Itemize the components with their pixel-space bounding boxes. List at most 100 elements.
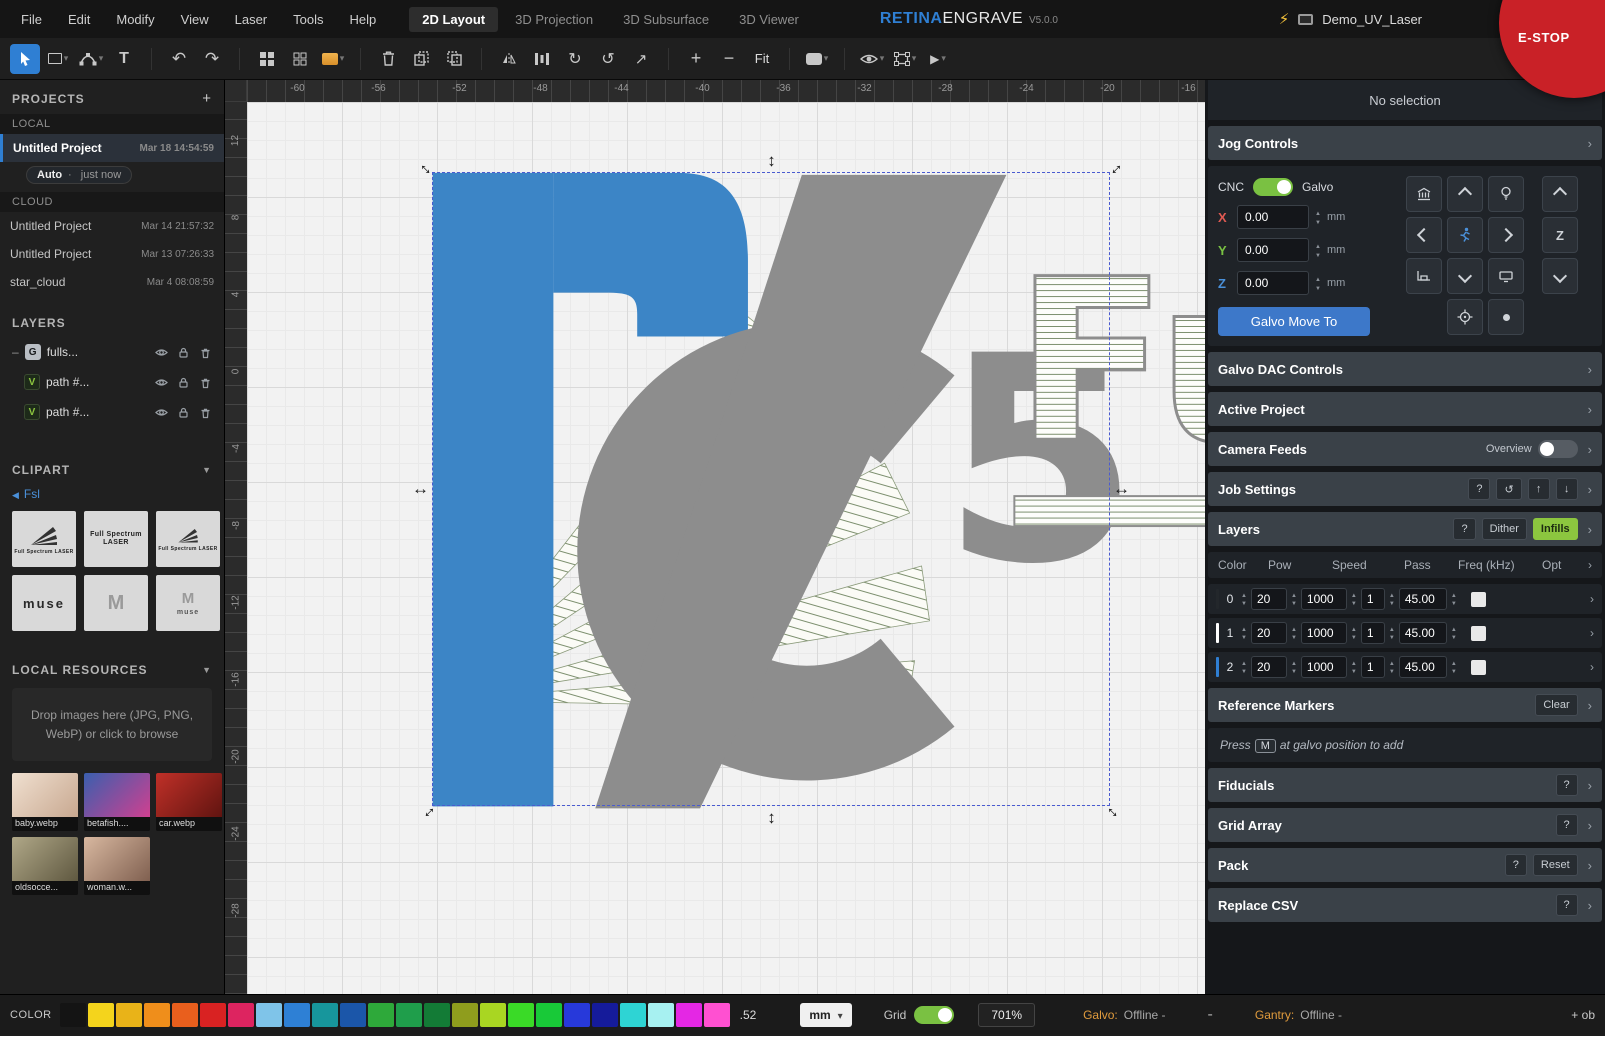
resource-thumbnail[interactable]: baby.webp: [12, 773, 78, 831]
collapse-triangle-icon[interactable]: ▼: [202, 465, 212, 475]
color-swatch[interactable]: [256, 1003, 282, 1027]
color-swatch[interactable]: [144, 1003, 170, 1027]
table-expand-icon[interactable]: [1588, 558, 1592, 572]
trash-icon[interactable]: [199, 346, 212, 359]
diagonal-arrow-button[interactable]: [626, 44, 656, 74]
job-refresh-button[interactable]: ↺: [1496, 478, 1521, 500]
color-swatch[interactable]: [592, 1003, 618, 1027]
add-project-button[interactable]: +: [202, 90, 212, 107]
z-up-button[interactable]: [1542, 176, 1578, 212]
power-input[interactable]: 20: [1251, 656, 1287, 678]
clipart-thumb[interactable]: Full Spectrum LASER: [12, 511, 76, 567]
color-swatch[interactable]: [396, 1003, 422, 1027]
frequency-spinner[interactable]: [1451, 659, 1457, 675]
cloud-project-item[interactable]: star_cloud Mar 4 08:08:59: [0, 268, 224, 296]
job-help-button[interactable]: ?: [1468, 478, 1490, 500]
tab-3d-subsurface[interactable]: 3D Subsurface: [610, 7, 722, 32]
resize-handle-e[interactable]: [1113, 480, 1130, 497]
pack-help-button[interactable]: ?: [1505, 854, 1527, 876]
menu-item[interactable]: Help: [337, 12, 390, 27]
overview-toggle[interactable]: [1538, 440, 1578, 458]
add-objects-fragment[interactable]: + ob: [1571, 1008, 1595, 1022]
lock-icon[interactable]: [177, 376, 190, 389]
opt-checkbox[interactable]: [1471, 660, 1486, 675]
axis-spinner[interactable]: [1315, 274, 1321, 292]
visibility-eye-icon[interactable]: [155, 406, 168, 419]
pass-input[interactable]: 1: [1361, 622, 1385, 644]
menu-item[interactable]: View: [168, 12, 222, 27]
pass-spinner[interactable]: [1389, 591, 1395, 607]
trash-icon[interactable]: [199, 406, 212, 419]
color-swatch[interactable]: [648, 1003, 674, 1027]
color-swatch[interactable]: [172, 1003, 198, 1027]
resize-handle-w[interactable]: [412, 480, 429, 497]
section-expand-icon[interactable]: [1588, 362, 1592, 377]
layer-color-spinner[interactable]: [1241, 659, 1247, 675]
menu-item[interactable]: File: [8, 12, 55, 27]
image-dropzone[interactable]: Drop images here (JPG, PNG, WebP) or cli…: [12, 688, 212, 761]
jog-x-plus-button[interactable]: [1488, 217, 1524, 253]
section-expand-icon[interactable]: [1588, 818, 1592, 833]
layer-color-spinner[interactable]: [1241, 625, 1247, 641]
clipart-back-link[interactable]: Fsl: [0, 484, 224, 507]
axis-value-input[interactable]: 0.00: [1237, 271, 1309, 295]
speed-spinner[interactable]: [1351, 591, 1357, 607]
pass-input[interactable]: 1: [1361, 656, 1385, 678]
pass-input[interactable]: 1: [1361, 588, 1385, 610]
distribute-button[interactable]: [527, 44, 557, 74]
layer-row-expand[interactable]: [1590, 626, 1594, 640]
power-spinner[interactable]: [1291, 659, 1297, 675]
section-reference-markers[interactable]: Reference Markers Clear: [1208, 688, 1602, 722]
frequency-spinner[interactable]: [1451, 625, 1457, 641]
local-resources-header[interactable]: LOCAL RESOURCES ▼: [0, 653, 224, 684]
replace-csv-help-button[interactable]: ?: [1556, 894, 1578, 916]
section-expand-icon[interactable]: [1588, 522, 1592, 537]
section-jog-controls[interactable]: Jog Controls: [1208, 126, 1602, 160]
zoom-level-input[interactable]: 701%: [978, 1003, 1035, 1027]
jog-y-minus-button[interactable]: [1447, 258, 1483, 294]
jog-speed-button[interactable]: [1447, 217, 1483, 253]
pass-spinner[interactable]: [1389, 659, 1395, 675]
rotate-ccw-button[interactable]: [593, 44, 623, 74]
collapse-triangle-icon[interactable]: ▼: [202, 665, 212, 675]
color-swatch[interactable]: [116, 1003, 142, 1027]
menu-item[interactable]: Laser: [222, 12, 281, 27]
color-swatch[interactable]: [620, 1003, 646, 1027]
power-spinner[interactable]: [1291, 625, 1297, 641]
section-camera-feeds[interactable]: Camera Feeds Overview: [1208, 432, 1602, 466]
frequency-input[interactable]: 45.00: [1399, 588, 1447, 610]
design-canvas[interactable]: 5 Fu: [247, 102, 1205, 994]
center-target-button[interactable]: [1447, 299, 1483, 335]
pass-spinner[interactable]: [1389, 625, 1395, 641]
section-job-settings[interactable]: Job Settings ? ↺ ↑ ↓: [1208, 472, 1602, 506]
color-swatch[interactable]: [424, 1003, 450, 1027]
section-pack[interactable]: Pack ? Reset: [1208, 848, 1602, 882]
paste-in-place-button[interactable]: [439, 44, 469, 74]
dither-button[interactable]: Dither: [1482, 518, 1527, 540]
color-swatch[interactable]: [704, 1003, 730, 1027]
resource-thumbnail[interactable]: woman.w...: [84, 837, 150, 895]
project-item-selected[interactable]: Untitled Project Mar 18 14:54:59: [0, 134, 224, 162]
color-swatch[interactable]: [284, 1003, 310, 1027]
zoom-out-button[interactable]: [714, 44, 744, 74]
color-swatch[interactable]: [368, 1003, 394, 1027]
section-layers[interactable]: Layers ? Dither Infills: [1208, 512, 1602, 546]
visibility-eye-icon[interactable]: [155, 376, 168, 389]
point-marker-button[interactable]: [1488, 299, 1524, 335]
speed-spinner[interactable]: [1351, 659, 1357, 675]
layer-row-expand[interactable]: [1590, 592, 1594, 606]
color-swatch[interactable]: [200, 1003, 226, 1027]
axis-spinner[interactable]: [1315, 208, 1321, 226]
color-swatch[interactable]: [452, 1003, 478, 1027]
axis-spinner[interactable]: [1315, 241, 1321, 259]
jog-y-plus-button[interactable]: [1447, 176, 1483, 212]
layer-row-expand[interactable]: [1590, 660, 1594, 674]
job-upload-button[interactable]: ↑: [1528, 478, 1550, 500]
resize-handle-s[interactable]: [763, 809, 780, 826]
collapse-icon[interactable]: –: [12, 345, 19, 359]
unit-dropdown[interactable]: mm: [800, 1003, 851, 1027]
grid-toggle[interactable]: [914, 1006, 954, 1024]
frame-selection-button[interactable]: [890, 44, 920, 74]
opt-checkbox[interactable]: [1471, 626, 1486, 641]
pack-reset-button[interactable]: Reset: [1533, 854, 1578, 876]
